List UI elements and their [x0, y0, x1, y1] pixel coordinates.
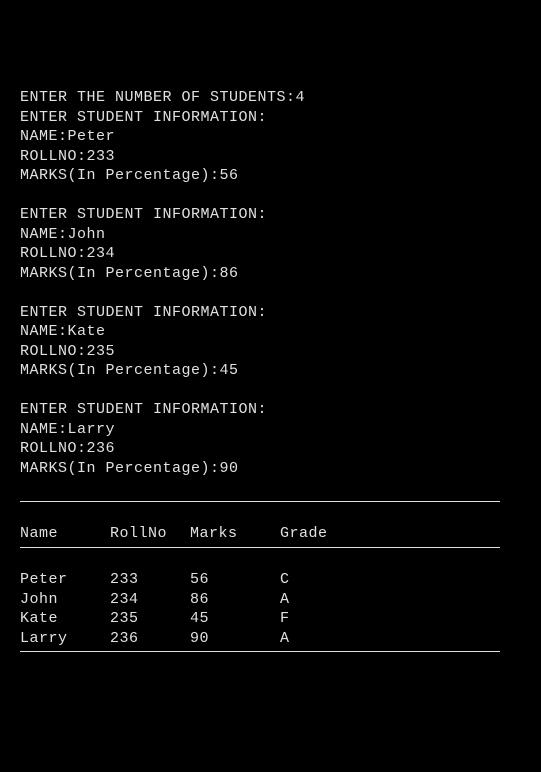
- table-row: Kate23545F: [20, 610, 350, 627]
- student-info-header-3: ENTER STUDENT INFORMATION:: [20, 401, 267, 418]
- name-value-3: Larry: [68, 421, 116, 438]
- col-header-grade: Grade: [280, 524, 350, 544]
- rollno-label-0: ROLLNO:: [20, 148, 87, 165]
- table-divider-bottom: [20, 651, 500, 652]
- rollno-label-1: ROLLNO:: [20, 245, 87, 262]
- cell-grade: A: [280, 590, 350, 610]
- rollno-value-3: 236: [87, 440, 116, 457]
- cell-rollno: 233: [110, 570, 190, 590]
- marks-label-1: MARKS(In Percentage):: [20, 265, 220, 282]
- marks-label-3: MARKS(In Percentage):: [20, 460, 220, 477]
- cell-rollno: 236: [110, 629, 190, 649]
- marks-value-0: 56: [220, 167, 239, 184]
- cell-name: John: [20, 590, 110, 610]
- rollno-value-1: 234: [87, 245, 116, 262]
- cell-grade: A: [280, 629, 350, 649]
- marks-label-0: MARKS(In Percentage):: [20, 167, 220, 184]
- cell-grade: C: [280, 570, 350, 590]
- cell-marks: 90: [190, 629, 280, 649]
- col-header-rollno: RollNo: [110, 524, 190, 544]
- marks-value-3: 90: [220, 460, 239, 477]
- terminal-output: ENTER THE NUMBER OF STUDENTS:4 ENTER STU…: [20, 88, 521, 675]
- name-value-0: Peter: [68, 128, 116, 145]
- cell-name: Peter: [20, 570, 110, 590]
- rollno-label-3: ROLLNO:: [20, 440, 87, 457]
- header-row: NameRollNoMarksGrade: [20, 525, 350, 542]
- rollno-value-2: 235: [87, 343, 116, 360]
- cell-marks: 56: [190, 570, 280, 590]
- name-label-1: NAME:: [20, 226, 68, 243]
- col-header-marks: Marks: [190, 524, 280, 544]
- num-students-value: 4: [296, 89, 306, 106]
- col-header-name: Name: [20, 524, 110, 544]
- table-divider-top: [20, 501, 500, 502]
- table-row: Larry23690A: [20, 630, 350, 647]
- cell-rollno: 234: [110, 590, 190, 610]
- marks-value-1: 86: [220, 265, 239, 282]
- name-value-2: Kate: [68, 323, 106, 340]
- table-divider-mid: [20, 547, 500, 548]
- cell-name: Larry: [20, 629, 110, 649]
- rollno-label-2: ROLLNO:: [20, 343, 87, 360]
- rollno-value-0: 233: [87, 148, 116, 165]
- student-info-header-0: ENTER STUDENT INFORMATION:: [20, 109, 267, 126]
- marks-label-2: MARKS(In Percentage):: [20, 362, 220, 379]
- cell-grade: F: [280, 609, 350, 629]
- name-value-1: John: [68, 226, 106, 243]
- cell-marks: 86: [190, 590, 280, 610]
- table-row: John23486A: [20, 591, 350, 608]
- student-info-header-2: ENTER STUDENT INFORMATION:: [20, 304, 267, 321]
- cell-rollno: 235: [110, 609, 190, 629]
- name-label-3: NAME:: [20, 421, 68, 438]
- cell-marks: 45: [190, 609, 280, 629]
- student-info-header-1: ENTER STUDENT INFORMATION:: [20, 206, 267, 223]
- marks-value-2: 45: [220, 362, 239, 379]
- table-row: Peter23356C: [20, 571, 350, 588]
- num-students-prompt: ENTER THE NUMBER OF STUDENTS:: [20, 89, 296, 106]
- name-label-0: NAME:: [20, 128, 68, 145]
- name-label-2: NAME:: [20, 323, 68, 340]
- cell-name: Kate: [20, 609, 110, 629]
